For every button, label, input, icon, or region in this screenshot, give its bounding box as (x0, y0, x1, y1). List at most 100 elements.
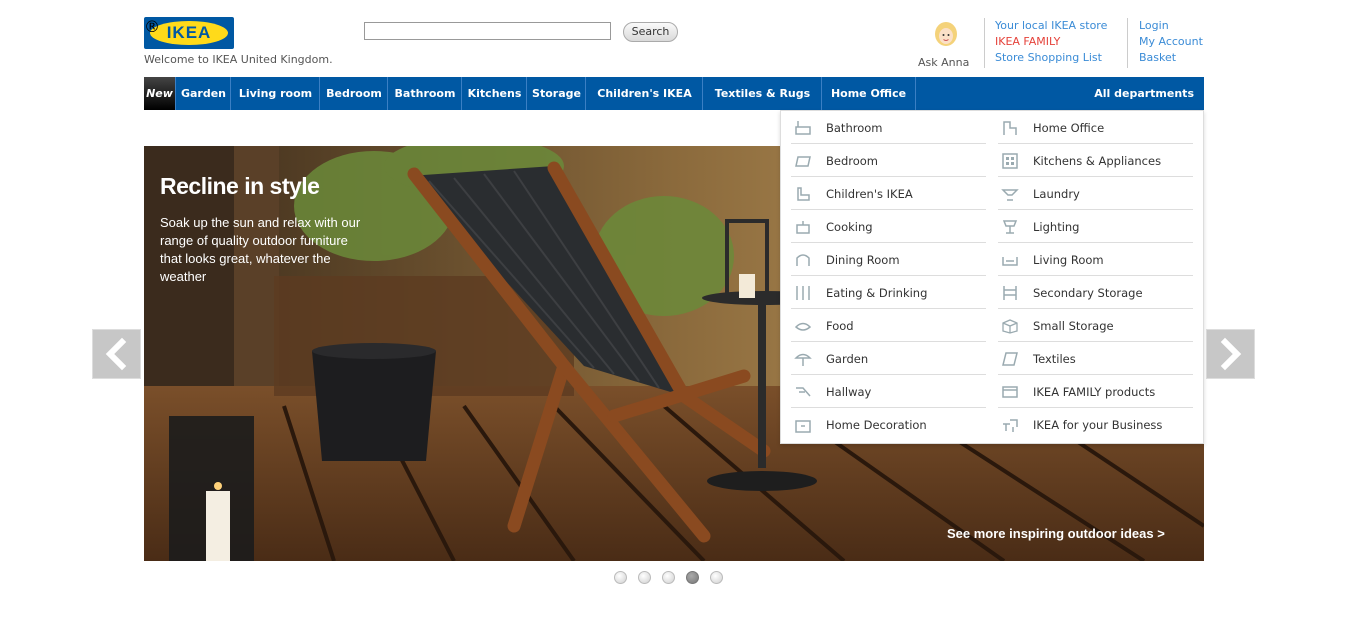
hero-body: Soak up the sun and relax with our range… (160, 215, 361, 284)
dept-label: Kitchens & Appliances (1033, 154, 1162, 168)
carousel-dot[interactable] (614, 571, 627, 584)
bathroom-icon (795, 121, 811, 135)
card-icon (1002, 386, 1018, 398)
logo-registered-mark: ® (144, 17, 160, 36)
hero-title: Recline in style (160, 173, 320, 199)
local-store-link[interactable]: Your local IKEA store (995, 18, 1107, 34)
dept-label: Garden (826, 352, 869, 366)
dept-label: Secondary Storage (1033, 286, 1143, 300)
lamp-icon (1002, 220, 1018, 234)
dept-item-secondary-storage[interactable]: Secondary Storage (998, 276, 1193, 309)
laundry-icon (1001, 189, 1019, 201)
header-divider (984, 18, 985, 68)
nav-new[interactable]: New (144, 77, 175, 110)
header-divider (1127, 18, 1128, 68)
dept-label: Food (826, 319, 854, 333)
basket-link[interactable]: Basket (1139, 50, 1203, 66)
sofa-icon (1002, 257, 1018, 266)
decoration-icon (795, 420, 811, 433)
dept-item-ikea-family-products[interactable]: IKEA FAMILY products (998, 375, 1193, 408)
ask-anna-avatar-icon[interactable] (933, 21, 959, 49)
dept-item-cooking[interactable]: Cooking (791, 210, 986, 243)
dept-item-hallway[interactable]: Hallway (791, 375, 986, 408)
ikea-family-link[interactable]: IKEA FAMILY (995, 34, 1107, 50)
textile-icon (1002, 352, 1018, 366)
dept-item-living-room[interactable]: Living Room (998, 243, 1193, 276)
carousel-dot-active[interactable] (686, 571, 699, 584)
nav-item-childrens-ikea[interactable]: Children's IKEA (585, 77, 703, 110)
box-icon (1002, 319, 1018, 334)
dept-label: Eating & Drinking (826, 286, 928, 300)
dept-label: Cooking (826, 220, 873, 234)
dept-label: IKEA for your Business (1033, 418, 1163, 432)
carousel-dot[interactable] (662, 571, 675, 584)
chevron-right-icon (1220, 337, 1242, 371)
store-links: Your local IKEA store IKEA FAMILY Store … (995, 18, 1107, 66)
dept-item-garden[interactable]: Garden (791, 342, 986, 375)
dept-label: Dining Room (826, 253, 900, 267)
dept-item-kitchens-appliances[interactable]: Kitchens & Appliances (998, 144, 1193, 177)
children-icon (797, 187, 810, 201)
kitchen-icon (1002, 153, 1018, 169)
dept-label: Home Office (1033, 121, 1105, 135)
nav-item-storage[interactable]: Storage (526, 77, 586, 110)
carousel-next-button[interactable] (1206, 329, 1255, 379)
dept-item-textiles[interactable]: Textiles (998, 342, 1193, 375)
my-account-link[interactable]: My Account (1139, 34, 1203, 50)
search-button[interactable]: Search (623, 22, 678, 42)
business-icon (1003, 419, 1018, 432)
dining-icon (796, 254, 810, 266)
login-link[interactable]: Login (1139, 18, 1203, 34)
dept-item-lighting[interactable]: Lighting (998, 210, 1193, 243)
hallway-icon (796, 387, 811, 397)
nav-item-bedroom[interactable]: Bedroom (319, 77, 388, 110)
shelf-icon (1003, 286, 1017, 300)
dept-item-childrens-ikea[interactable]: Children's IKEA (791, 177, 986, 210)
departments-dropdown: Bathroom Bedroom Children's IKEA Cooking… (780, 110, 1204, 444)
dept-item-home-decoration[interactable]: Home Decoration (791, 408, 986, 441)
dept-label: IKEA FAMILY products (1033, 385, 1156, 399)
carousel-dot[interactable] (638, 571, 651, 584)
dept-label: Textiles (1033, 352, 1076, 366)
cutlery-icon (796, 286, 810, 300)
dept-item-ikea-for-business[interactable]: IKEA for your Business (998, 408, 1193, 441)
dept-label: Laundry (1033, 187, 1080, 201)
dept-item-laundry[interactable]: Laundry (998, 177, 1193, 210)
dept-label: Bedroom (826, 154, 879, 168)
dept-label: Lighting (1033, 220, 1080, 234)
dept-item-home-office[interactable]: Home Office (998, 111, 1193, 144)
dept-item-bedroom[interactable]: Bedroom (791, 144, 986, 177)
dept-label: Living Room (1033, 253, 1104, 267)
ask-anna-link[interactable]: Ask Anna (918, 56, 969, 69)
nav-item-bathroom[interactable]: Bathroom (387, 77, 462, 110)
nav-item-home-office[interactable]: Home Office (821, 77, 916, 110)
nav-item-textiles-rugs[interactable]: Textiles & Rugs (702, 77, 822, 110)
carousel-dot[interactable] (710, 571, 723, 584)
dept-label: Children's IKEA (826, 187, 913, 201)
search-input[interactable] (364, 22, 611, 40)
dept-label: Small Storage (1033, 319, 1114, 333)
dept-label: Bathroom (826, 121, 883, 135)
office-icon (1003, 121, 1017, 135)
dept-item-small-storage[interactable]: Small Storage (998, 309, 1193, 342)
nav-item-living-room[interactable]: Living room (230, 77, 320, 110)
garden-icon (794, 353, 812, 366)
shopping-list-link[interactable]: Store Shopping List (995, 50, 1107, 66)
account-links: Login My Account Basket (1139, 18, 1203, 66)
hero-more-link[interactable]: See more inspiring outdoor ideas > (947, 526, 1165, 541)
food-icon (794, 322, 812, 331)
chevron-left-icon (105, 337, 127, 371)
nav-all-departments[interactable]: All departments (1094, 77, 1194, 110)
dept-label: Home Decoration (826, 418, 927, 432)
dept-item-dining-room[interactable]: Dining Room (791, 243, 986, 276)
nav-item-garden[interactable]: Garden (175, 77, 231, 110)
carousel-prev-button[interactable] (92, 329, 141, 379)
main-nav: New Garden Living room Bedroom Bathroom … (144, 77, 1204, 110)
bedroom-icon (795, 156, 811, 167)
nav-item-kitchens[interactable]: Kitchens (461, 77, 527, 110)
welcome-text: Welcome to IKEA United Kingdom. (144, 53, 333, 66)
dept-item-bathroom[interactable]: Bathroom (791, 111, 986, 144)
dept-item-eating-drinking[interactable]: Eating & Drinking (791, 276, 986, 309)
dept-item-food[interactable]: Food (791, 309, 986, 342)
dept-label: Hallway (826, 385, 872, 399)
